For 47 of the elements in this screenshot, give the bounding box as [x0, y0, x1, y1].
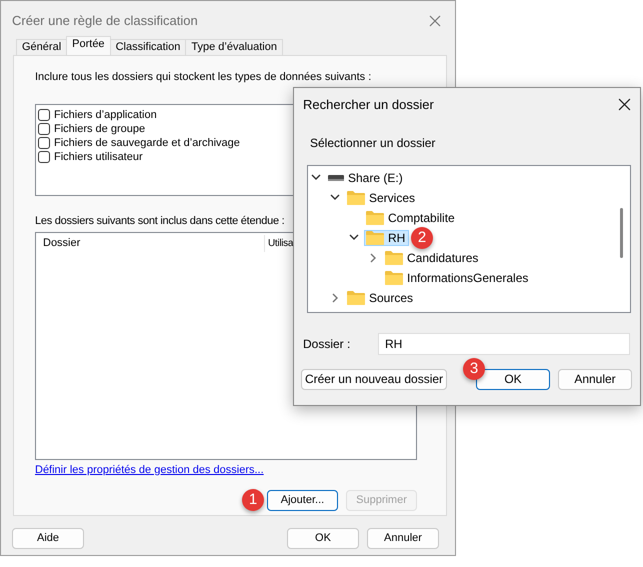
- tree-item[interactable]: Sources: [345, 290, 418, 306]
- dialog-button[interactable]: Annuler: [367, 528, 439, 548]
- checkbox[interactable]: [38, 151, 50, 163]
- dialog-button[interactable]: Annuler: [558, 368, 632, 390]
- dialog-button[interactable]: Aide: [12, 528, 84, 548]
- tree-item[interactable]: Candidatures: [383, 250, 482, 266]
- column-header[interactable]: Utilisa: [265, 236, 296, 251]
- tree-item[interactable]: Services: [345, 190, 420, 206]
- dialog-button[interactable]: Ajouter...: [267, 490, 338, 511]
- close-icon[interactable]: [616, 96, 632, 113]
- checkbox[interactable]: [38, 109, 50, 121]
- prompt-text: Sélectionner un dossier: [310, 134, 436, 152]
- dialog-button[interactable]: Créer un nouveau dossier: [301, 368, 447, 390]
- checkbox-label: Fichiers utilisateur: [54, 150, 143, 164]
- column-header[interactable]: Dossier: [36, 235, 265, 252]
- checkbox-label: Fichiers de sauvegarde et d’archivage: [54, 136, 240, 150]
- folder-icon: [347, 290, 365, 305]
- window-title: Créer une règle de classification: [12, 12, 198, 30]
- window-title: Rechercher un dossier: [303, 96, 434, 114]
- collapse-chevron-icon[interactable]: [347, 234, 361, 241]
- tab[interactable]: Général: [16, 38, 68, 54]
- section-label: Les dossiers suivants sont inclus dans cette étendue :: [35, 214, 284, 229]
- folder-input[interactable]: RH: [378, 332, 630, 354]
- drive-icon: [328, 174, 344, 180]
- collapse-chevron-icon[interactable]: [309, 174, 323, 181]
- folder-icon: [366, 210, 384, 225]
- folder-icon: [385, 270, 403, 285]
- tree-item[interactable]: RH: [364, 230, 410, 246]
- checkbox-label: Fichiers d’application: [54, 108, 157, 122]
- instruction-text: Inclure tous les dossiers qui stockent les types de données suivants :: [35, 70, 372, 84]
- folder-icon: [347, 190, 365, 205]
- folder-icon: [366, 230, 384, 245]
- collapse-chevron-icon[interactable]: [328, 194, 342, 201]
- folder-properties-link[interactable]: Définir les propriétés de gestion des dossiers...: [35, 464, 264, 476]
- dialog-button[interactable]: OK: [476, 368, 550, 390]
- scrollbar[interactable]: [620, 208, 623, 258]
- folder-icon: [385, 250, 403, 265]
- field-label: Dossier :: [303, 336, 352, 352]
- tree-item[interactable]: InformationsGenerales: [383, 270, 532, 286]
- checkbox[interactable]: [38, 137, 50, 149]
- dialog-button[interactable]: OK: [287, 528, 359, 548]
- tree-item[interactable]: Comptabilite: [364, 210, 459, 226]
- tree-item[interactable]: Share (E:): [326, 170, 407, 186]
- checkbox[interactable]: [38, 123, 50, 135]
- tab[interactable]: Type d’évaluation: [185, 38, 283, 54]
- tab[interactable]: Portée: [66, 36, 111, 54]
- checkbox-label: Fichiers de groupe: [54, 122, 146, 136]
